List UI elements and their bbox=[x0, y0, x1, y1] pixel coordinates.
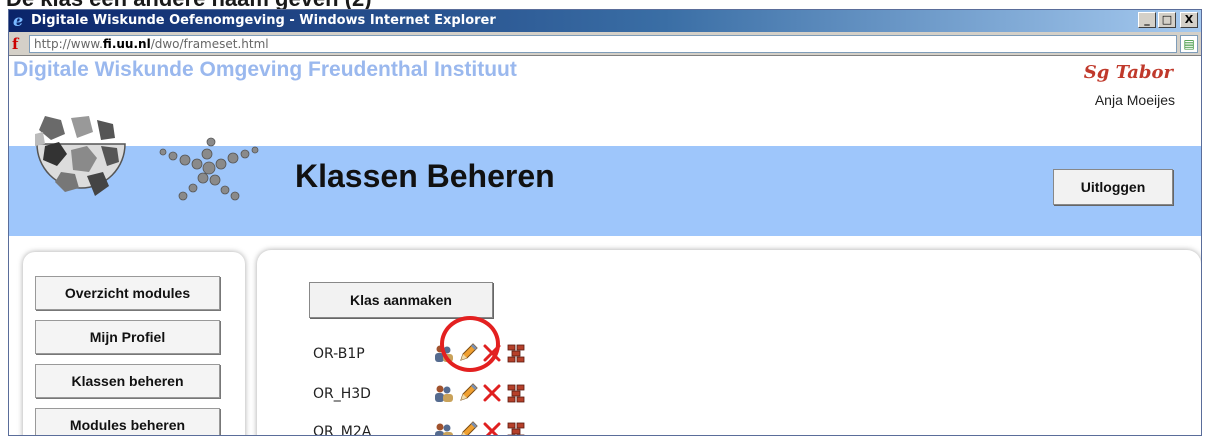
modules-blocks-icon[interactable] bbox=[505, 420, 527, 436]
create-class-button[interactable]: Klas aanmaken bbox=[309, 282, 493, 318]
window-titlebar[interactable]: e Digitale Wiskunde Oefenomgeving - Wind… bbox=[9, 10, 1201, 32]
page-content: Digitale Wiskunde Omgeving Freudenthal I… bbox=[9, 56, 1201, 436]
highlight-circle bbox=[440, 316, 500, 372]
internet-explorer-icon: e bbox=[13, 11, 24, 30]
logout-button[interactable]: Uitloggen bbox=[1053, 169, 1173, 205]
url-input[interactable]: http://www.fi.uu.nl/dwo/frameset.html bbox=[29, 35, 1177, 53]
sidebar-item-mijn-profiel[interactable]: Mijn Profiel bbox=[35, 320, 220, 354]
class-name: OR_H3D bbox=[313, 386, 371, 402]
address-bar: f http://www.fi.uu.nl/dwo/frameset.html … bbox=[9, 32, 1201, 56]
sidebar-item-overzicht-modules[interactable]: Overzicht modules bbox=[35, 276, 220, 310]
window-controls: _ □ X bbox=[1138, 12, 1198, 28]
user-name: Anja Moeijes bbox=[1094, 92, 1175, 108]
close-button[interactable]: X bbox=[1180, 12, 1198, 28]
main-panel: Klas aanmaken OR-B1P OR_H3D OR_M2A bbox=[257, 250, 1201, 436]
hexagon-cluster-logo-icon bbox=[159, 137, 259, 201]
edit-pencil-icon[interactable] bbox=[457, 420, 479, 436]
sidebar-nav: Overzicht modules Mijn Profiel Klassen b… bbox=[23, 252, 245, 435]
modules-blocks-icon[interactable] bbox=[505, 382, 527, 404]
sidebar-item-modules-beheren[interactable]: Modules beheren bbox=[35, 408, 220, 435]
go-icon[interactable]: ▤ bbox=[1180, 35, 1198, 53]
window-title: Digitale Wiskunde Oefenomgeving - Window… bbox=[31, 13, 496, 28]
page-title: Klassen Beheren bbox=[295, 158, 555, 194]
class-name: OR_M2A bbox=[313, 424, 372, 436]
class-row: OR-B1P bbox=[313, 342, 713, 366]
class-row-actions bbox=[433, 382, 527, 404]
page-header: Digitale Wiskunde Omgeving Freudenthal I… bbox=[9, 56, 1201, 146]
modules-blocks-icon[interactable] bbox=[505, 342, 527, 364]
class-row-actions bbox=[433, 420, 527, 436]
delete-x-icon[interactable] bbox=[481, 382, 503, 404]
maximize-button[interactable]: □ bbox=[1158, 12, 1176, 28]
class-row: OR_H3D bbox=[313, 382, 713, 406]
site-title: Digitale Wiskunde Omgeving Freudenthal I… bbox=[13, 58, 517, 81]
browser-window: e Digitale Wiskunde Oefenomgeving - Wind… bbox=[8, 9, 1202, 436]
class-row: OR_M2A bbox=[313, 420, 713, 436]
url-path: /dwo/frameset.html bbox=[150, 37, 269, 51]
site-favicon-icon: f bbox=[12, 35, 19, 53]
url-host: fi.uu.nl bbox=[102, 37, 151, 51]
school-name: Sg Tabor bbox=[1083, 62, 1173, 83]
sidebar-item-klassen-beheren[interactable]: Klassen beheren bbox=[35, 364, 220, 398]
minimize-button[interactable]: _ bbox=[1138, 12, 1156, 28]
class-name: OR-B1P bbox=[313, 346, 365, 362]
edit-pencil-icon[interactable] bbox=[457, 382, 479, 404]
students-icon[interactable] bbox=[433, 382, 455, 404]
url-prefix: http://www. bbox=[34, 37, 103, 51]
soccer-ball-logo-icon bbox=[35, 116, 126, 196]
students-icon[interactable] bbox=[433, 420, 455, 436]
delete-x-icon[interactable] bbox=[481, 420, 503, 436]
